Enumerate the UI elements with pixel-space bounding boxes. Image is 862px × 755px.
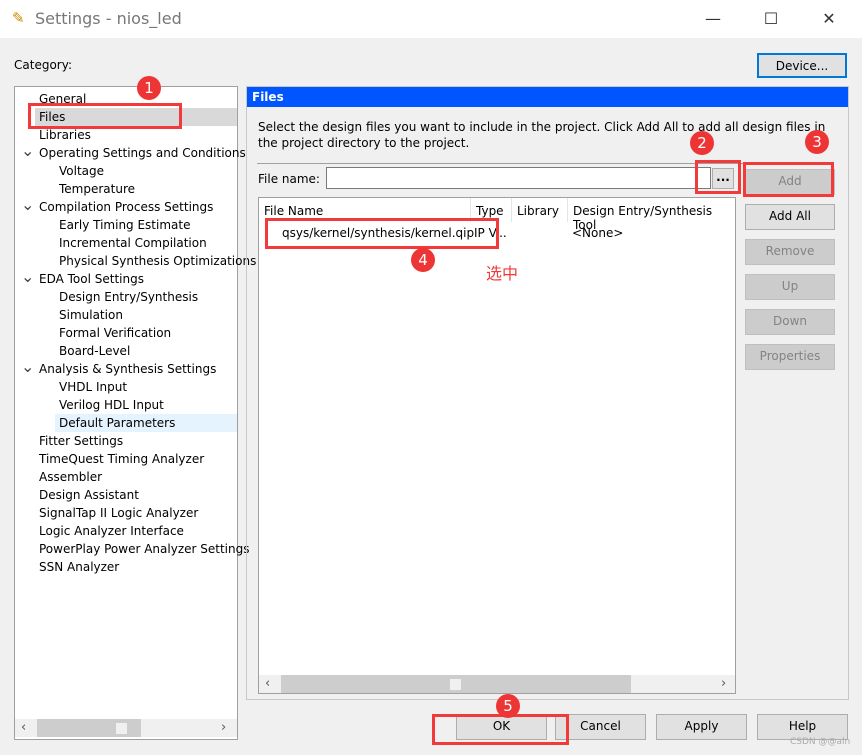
tree-item[interactable]: Verilog HDL Input: [55, 396, 237, 414]
tree-item-label: TimeQuest Timing Analyzer: [39, 452, 205, 466]
col-type[interactable]: Type: [476, 204, 504, 218]
tree-item-label: EDA Tool Settings: [39, 272, 144, 286]
annotation-badge-5: 5: [496, 694, 520, 718]
chevron-down-icon[interactable]: ⌄: [21, 267, 34, 286]
tree-item[interactable]: Incremental Compilation: [55, 234, 237, 252]
tree-item[interactable]: Voltage: [55, 162, 237, 180]
tree-item[interactable]: Compilation Process Settings: [35, 198, 237, 216]
tree-item[interactable]: Analysis & Synthesis Settings: [35, 360, 237, 378]
tree-item-label: Design Assistant: [39, 488, 139, 502]
tree-item[interactable]: Simulation: [55, 306, 237, 324]
title-bar: ✎ Settings - nios_led — ☐ ✕: [0, 0, 862, 38]
tree-item-label: SSN Analyzer: [39, 560, 120, 574]
tree-item[interactable]: Fitter Settings: [35, 432, 237, 450]
tree-item[interactable]: SignalTap II Logic Analyzer: [35, 504, 237, 522]
tree-item[interactable]: Default Parameters: [55, 414, 237, 432]
tree-item[interactable]: SSN Analyzer: [35, 558, 237, 576]
file-name-input[interactable]: [326, 167, 711, 189]
scroll-right-icon[interactable]: ›: [721, 675, 726, 693]
tree-item-label: Early Timing Estimate: [59, 218, 191, 232]
properties-button[interactable]: Properties: [745, 344, 835, 370]
tree-item[interactable]: Temperature: [55, 180, 237, 198]
annotation-box-1: [28, 103, 182, 129]
tree-item-label: Incremental Compilation: [59, 236, 207, 250]
tree-item-label: Design Entry/Synthesis: [59, 290, 199, 304]
tree-item[interactable]: Operating Settings and Conditions: [35, 144, 246, 162]
chevron-down-icon[interactable]: ⌄: [21, 141, 34, 160]
scroll-left-icon[interactable]: ‹: [21, 719, 26, 737]
tree-item-label: Temperature: [59, 182, 136, 196]
tree-item[interactable]: EDA Tool Settings: [35, 270, 237, 288]
watermark: CSDN @@aln: [790, 737, 851, 747]
down-button[interactable]: Down: [745, 309, 835, 335]
annotation-box-3: [743, 162, 834, 197]
col-file-name[interactable]: File Name: [264, 204, 323, 218]
file-name-label: File name:: [258, 172, 320, 186]
maximize-button[interactable]: ☐: [748, 4, 794, 34]
tree-item-label: PowerPlay Power Analyzer Settings: [39, 542, 250, 556]
col-library[interactable]: Library: [517, 204, 559, 218]
tree-item[interactable]: Design Assistant: [35, 486, 237, 504]
tree-item[interactable]: Board-Level: [55, 342, 237, 360]
tree-item-label: Analysis & Synthesis Settings: [39, 362, 217, 376]
category-tree[interactable]: General Files Libraries Operating Settings …: [14, 86, 256, 740]
tree-item-label: Fitter Settings: [39, 434, 124, 448]
annotation-badge-1: 1: [137, 76, 161, 100]
chevron-down-icon[interactable]: ⌄: [21, 357, 34, 376]
apply-button[interactable]: Apply: [656, 714, 747, 740]
add-all-button[interactable]: Add All: [745, 204, 835, 230]
remove-button[interactable]: Remove: [745, 239, 835, 265]
tree-item-label: Libraries: [39, 128, 91, 142]
window-title: Settings - nios_led: [35, 9, 182, 28]
tree-item-label: Default Parameters: [59, 416, 176, 430]
tree-item[interactable]: Logic Analyzer Interface: [35, 522, 237, 540]
tree-item-label: Simulation: [59, 308, 123, 322]
tree-item[interactable]: TimeQuest Timing Analyzer: [35, 450, 237, 468]
annotation-box-2: [695, 160, 741, 194]
scroll-left-icon[interactable]: ‹: [265, 675, 270, 693]
tree-item-label: Compilation Process Settings: [39, 200, 214, 214]
tree-item[interactable]: VHDL Input: [55, 378, 237, 396]
annotation-note: 选中: [486, 264, 519, 283]
scroll-right-icon[interactable]: ›: [221, 719, 226, 737]
tree-item-label: Formal Verification: [59, 326, 172, 340]
cell-tool: <None>: [572, 226, 624, 240]
device-button[interactable]: Device...: [757, 53, 847, 78]
tree-item-label: Voltage: [59, 164, 105, 178]
table-horizontal-scrollbar[interactable]: ‹ ›: [259, 675, 735, 693]
annotation-box-4: [265, 218, 499, 249]
chevron-down-icon[interactable]: ⌄: [21, 195, 34, 214]
annotation-badge-2: 2: [690, 131, 714, 155]
tree-item[interactable]: Formal Verification: [55, 324, 237, 342]
tree-item-label: Board-Level: [59, 344, 131, 358]
divider: [257, 163, 747, 164]
annotation-badge-4: 4: [411, 248, 435, 272]
minimize-button[interactable]: —: [690, 4, 736, 34]
tree-item[interactable]: Physical Synthesis Optimizations: [55, 252, 256, 270]
tree-item[interactable]: Assembler: [35, 468, 237, 486]
annotation-box-5: [432, 714, 569, 745]
tree-item-label: SignalTap II Logic Analyzer: [39, 506, 199, 520]
annotation-badge-3: 3: [805, 130, 829, 154]
settings-pencil-icon: ✎: [12, 9, 25, 27]
tree-item-label: Logic Analyzer Interface: [39, 524, 184, 538]
tree-item-label: Operating Settings and Conditions: [39, 146, 246, 160]
tree-item-label: Physical Synthesis Optimizations: [59, 254, 257, 268]
tree-item-label: Assembler: [39, 470, 103, 484]
tree-item-label: Verilog HDL Input: [59, 398, 164, 412]
panel-description: Select the design files you want to incl…: [258, 120, 826, 150]
up-button[interactable]: Up: [745, 274, 835, 300]
category-label: Category:: [14, 58, 72, 72]
tree-item-label: VHDL Input: [59, 380, 128, 394]
tree-item[interactable]: Design Entry/Synthesis: [55, 288, 237, 306]
tree-item[interactable]: PowerPlay Power Analyzer Settings: [35, 540, 249, 558]
tree-horizontal-scrollbar[interactable]: ‹ ›: [15, 719, 237, 737]
tree-item[interactable]: Early Timing Estimate: [55, 216, 237, 234]
close-button[interactable]: ✕: [806, 4, 852, 34]
panel-header: Files: [247, 87, 848, 107]
